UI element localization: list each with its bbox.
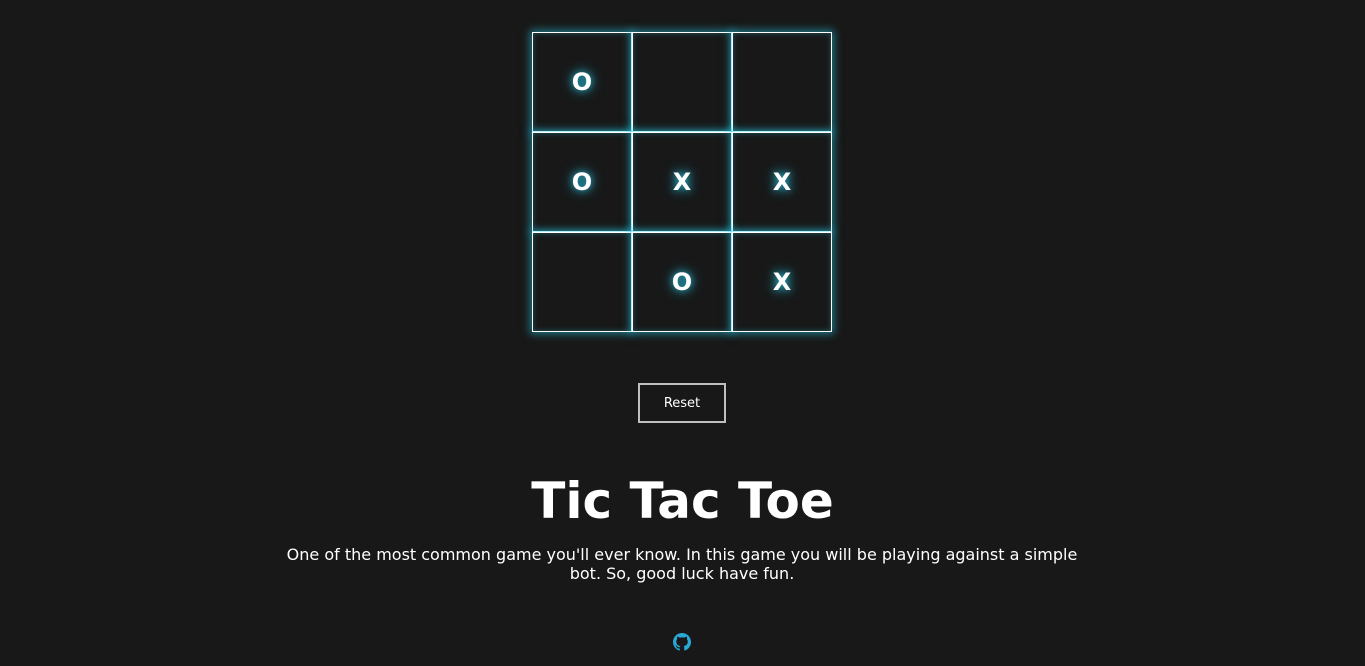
- board-cell-6[interactable]: X: [732, 132, 832, 232]
- board-cell-5[interactable]: X: [632, 132, 732, 232]
- board-cell-8[interactable]: O: [632, 232, 732, 332]
- page-title: Tic Tac Toe: [531, 472, 834, 530]
- cell-mark: O: [571, 68, 593, 96]
- github-icon: [673, 633, 691, 651]
- board-cell-1[interactable]: O: [532, 32, 632, 132]
- cell-mark: X: [672, 168, 692, 196]
- board-cell-9[interactable]: X: [732, 232, 832, 332]
- cell-mark: X: [772, 268, 792, 296]
- game-description: One of the most common game you'll ever …: [286, 545, 1078, 583]
- board-cell-4[interactable]: O: [532, 132, 632, 232]
- game-page: O O X X O X Reset Tic Tac Toe One of the…: [0, 0, 1365, 666]
- game-board: O O X X O X: [532, 32, 832, 332]
- github-link[interactable]: [673, 633, 691, 651]
- cell-mark: O: [571, 168, 593, 196]
- board-cell-2[interactable]: [632, 32, 732, 132]
- cell-mark: O: [671, 268, 693, 296]
- board-cell-7[interactable]: [532, 232, 632, 332]
- reset-button[interactable]: Reset: [638, 383, 726, 423]
- cell-mark: X: [772, 168, 792, 196]
- board-cell-3[interactable]: [732, 32, 832, 132]
